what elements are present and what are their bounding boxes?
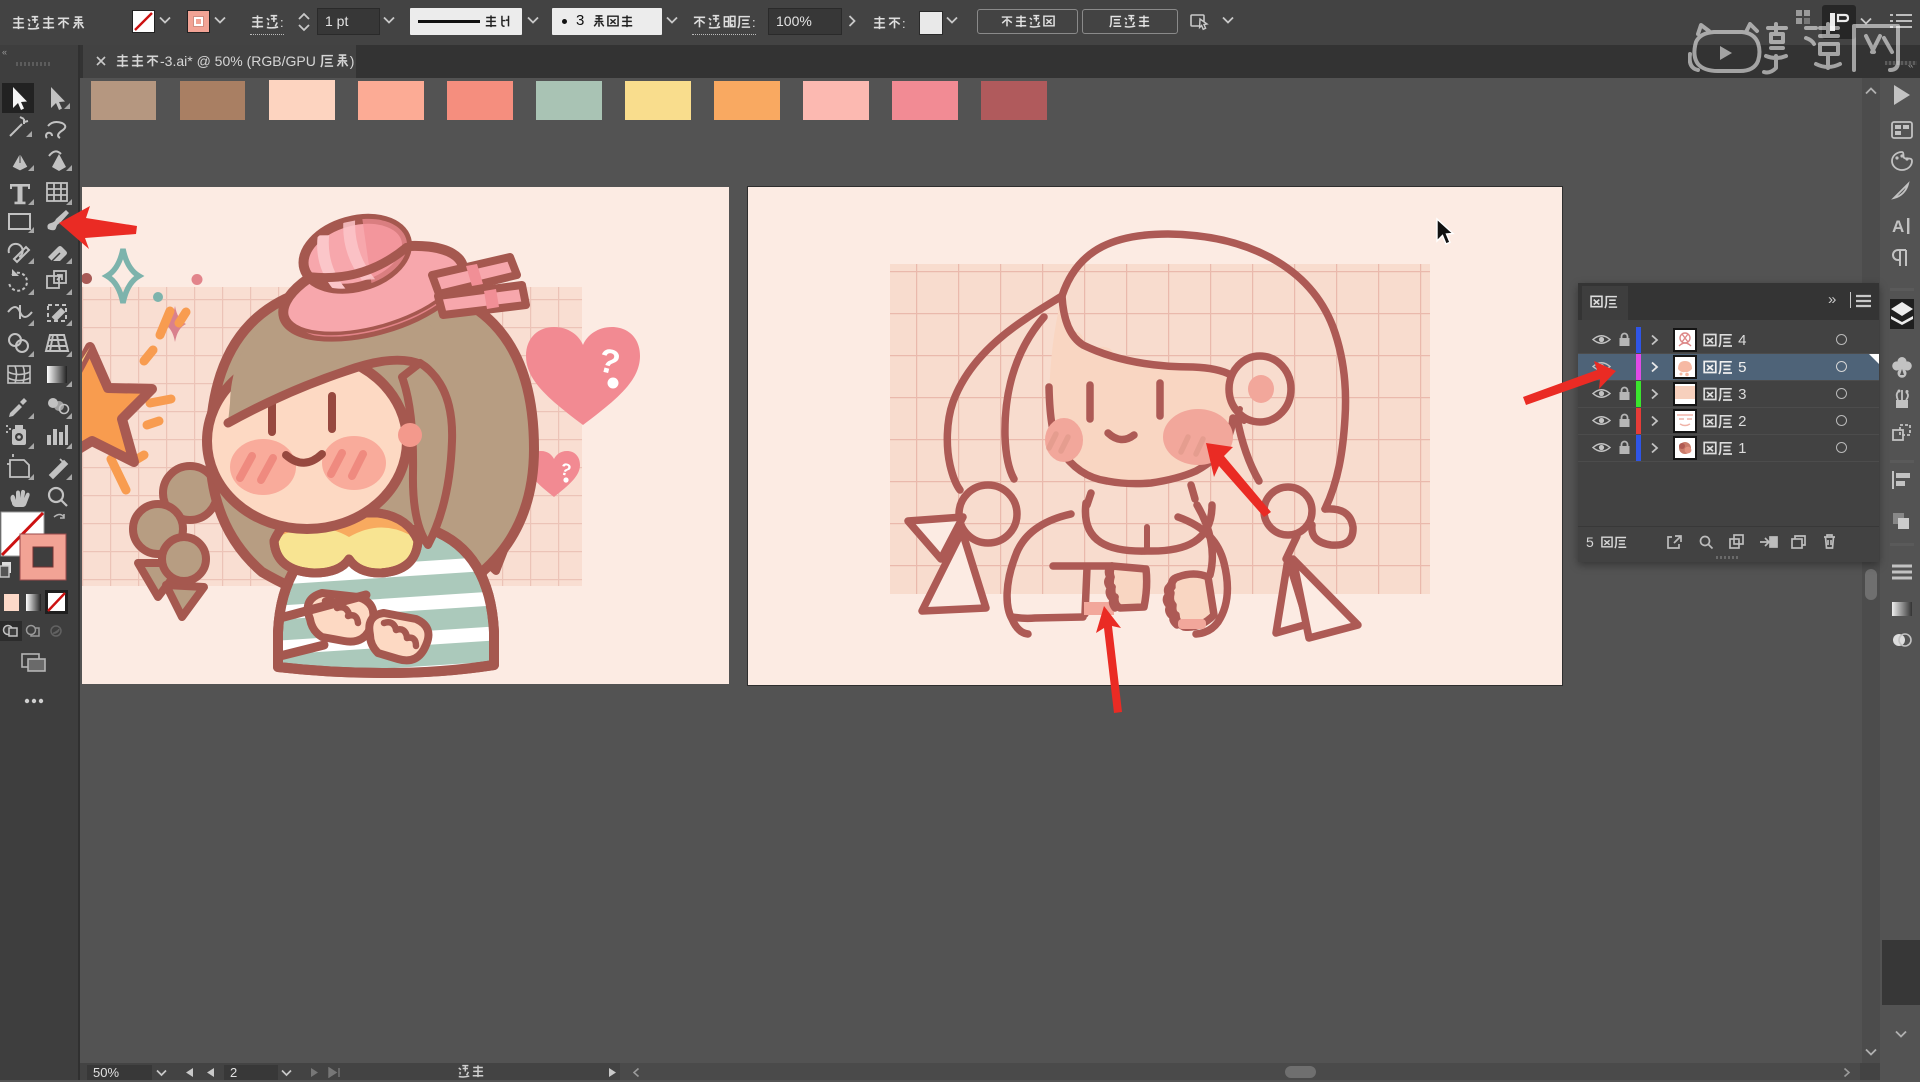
svg-text:A: A: [1892, 217, 1904, 236]
